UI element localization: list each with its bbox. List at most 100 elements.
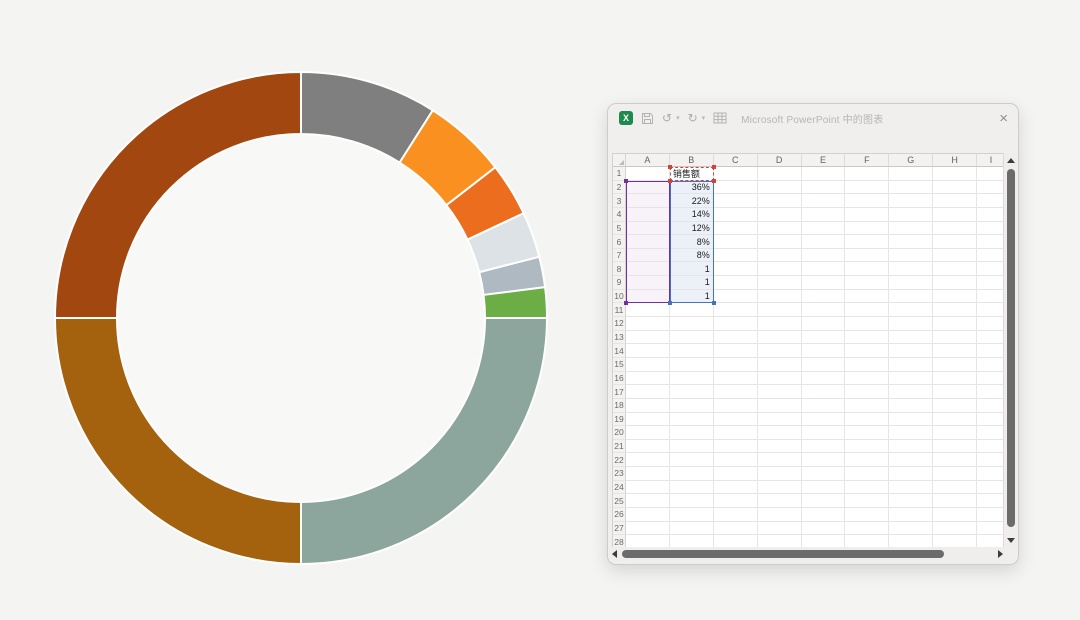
cell-C15[interactable] — [714, 358, 758, 372]
cell-A26[interactable] — [626, 508, 670, 522]
cell-H7[interactable] — [933, 249, 977, 263]
cell-I11[interactable] — [977, 303, 1006, 317]
column-header-D[interactable]: D — [758, 154, 802, 166]
cell-I7[interactable] — [977, 249, 1006, 263]
row-header-10[interactable]: 10 — [613, 290, 626, 304]
cell-C18[interactable] — [714, 399, 758, 413]
cell-G15[interactable] — [889, 358, 933, 372]
cell-G1[interactable] — [889, 167, 933, 181]
cell-G13[interactable] — [889, 331, 933, 345]
cell-I3[interactable] — [977, 194, 1006, 208]
cell-E4[interactable] — [802, 208, 846, 222]
cell-B6[interactable]: 8% — [670, 235, 714, 249]
cell-G10[interactable] — [889, 290, 933, 304]
column-header-I[interactable]: I — [977, 154, 1006, 166]
cell-E7[interactable] — [802, 249, 846, 263]
cell-E26[interactable] — [802, 508, 846, 522]
column-header-C[interactable]: C — [714, 154, 758, 166]
cell-C6[interactable] — [714, 235, 758, 249]
cell-B26[interactable] — [670, 508, 714, 522]
cell-D18[interactable] — [758, 399, 802, 413]
cell-G9[interactable] — [889, 276, 933, 290]
cell-C11[interactable] — [714, 303, 758, 317]
cell-F8[interactable] — [845, 262, 889, 276]
cell-I27[interactable] — [977, 522, 1006, 536]
row-header-19[interactable]: 19 — [613, 413, 626, 427]
cell-B27[interactable] — [670, 522, 714, 536]
cell-E19[interactable] — [802, 413, 846, 427]
cell-H26[interactable] — [933, 508, 977, 522]
cell-D7[interactable] — [758, 249, 802, 263]
cell-I24[interactable] — [977, 481, 1006, 495]
cell-A17[interactable] — [626, 385, 670, 399]
cell-I16[interactable] — [977, 372, 1006, 386]
cell-F12[interactable] — [845, 317, 889, 331]
cell-F1[interactable] — [845, 167, 889, 181]
cell-I22[interactable] — [977, 453, 1006, 467]
scroll-left-icon[interactable] — [612, 550, 617, 558]
cell-B24[interactable] — [670, 481, 714, 495]
cell-I23[interactable] — [977, 467, 1006, 481]
cell-G19[interactable] — [889, 413, 933, 427]
cell-I14[interactable] — [977, 344, 1006, 358]
cell-H11[interactable] — [933, 303, 977, 317]
cell-A15[interactable] — [626, 358, 670, 372]
cell-B7[interactable]: 8% — [670, 249, 714, 263]
scroll-right-icon[interactable] — [998, 550, 1003, 558]
cell-C7[interactable] — [714, 249, 758, 263]
cell-G27[interactable] — [889, 522, 933, 536]
cell-A4[interactable] — [626, 208, 670, 222]
cell-B16[interactable] — [670, 372, 714, 386]
vertical-scrollbar[interactable] — [1003, 153, 1017, 548]
cell-B8[interactable]: 1 — [670, 262, 714, 276]
cell-C13[interactable] — [714, 331, 758, 345]
cell-H6[interactable] — [933, 235, 977, 249]
cell-A24[interactable] — [626, 481, 670, 495]
cell-E14[interactable] — [802, 344, 846, 358]
cell-I13[interactable] — [977, 331, 1006, 345]
cell-G20[interactable] — [889, 426, 933, 440]
cell-A14[interactable] — [626, 344, 670, 358]
cell-B22[interactable] — [670, 453, 714, 467]
cell-A16[interactable] — [626, 372, 670, 386]
row-header-16[interactable]: 16 — [613, 372, 626, 386]
cell-G23[interactable] — [889, 467, 933, 481]
row-header-11[interactable]: 11 — [613, 303, 626, 317]
row-header-22[interactable]: 22 — [613, 453, 626, 467]
cell-C27[interactable] — [714, 522, 758, 536]
cell-E11[interactable] — [802, 303, 846, 317]
cell-B19[interactable] — [670, 413, 714, 427]
cell-G18[interactable] — [889, 399, 933, 413]
cell-E5[interactable] — [802, 222, 846, 236]
cell-D12[interactable] — [758, 317, 802, 331]
row-header-3[interactable]: 3 — [613, 194, 626, 208]
cell-E8[interactable] — [802, 262, 846, 276]
cell-G5[interactable] — [889, 222, 933, 236]
cell-C19[interactable] — [714, 413, 758, 427]
cell-H12[interactable] — [933, 317, 977, 331]
cell-C21[interactable] — [714, 440, 758, 454]
cell-H4[interactable] — [933, 208, 977, 222]
cell-E9[interactable] — [802, 276, 846, 290]
row-header-20[interactable]: 20 — [613, 426, 626, 440]
cell-I18[interactable] — [977, 399, 1006, 413]
cell-C8[interactable] — [714, 262, 758, 276]
cell-E24[interactable] — [802, 481, 846, 495]
cell-I4[interactable] — [977, 208, 1006, 222]
cell-A2[interactable] — [626, 181, 670, 195]
cell-A21[interactable] — [626, 440, 670, 454]
cell-E21[interactable] — [802, 440, 846, 454]
cell-H15[interactable] — [933, 358, 977, 372]
cell-C22[interactable] — [714, 453, 758, 467]
cell-D27[interactable] — [758, 522, 802, 536]
cell-D11[interactable] — [758, 303, 802, 317]
cell-C14[interactable] — [714, 344, 758, 358]
cell-H1[interactable] — [933, 167, 977, 181]
scroll-down-icon[interactable] — [1007, 538, 1015, 543]
cell-F15[interactable] — [845, 358, 889, 372]
cell-B21[interactable] — [670, 440, 714, 454]
column-header-B[interactable]: B — [670, 154, 714, 166]
cell-F26[interactable] — [845, 508, 889, 522]
row-header-17[interactable]: 17 — [613, 385, 626, 399]
cell-D4[interactable] — [758, 208, 802, 222]
